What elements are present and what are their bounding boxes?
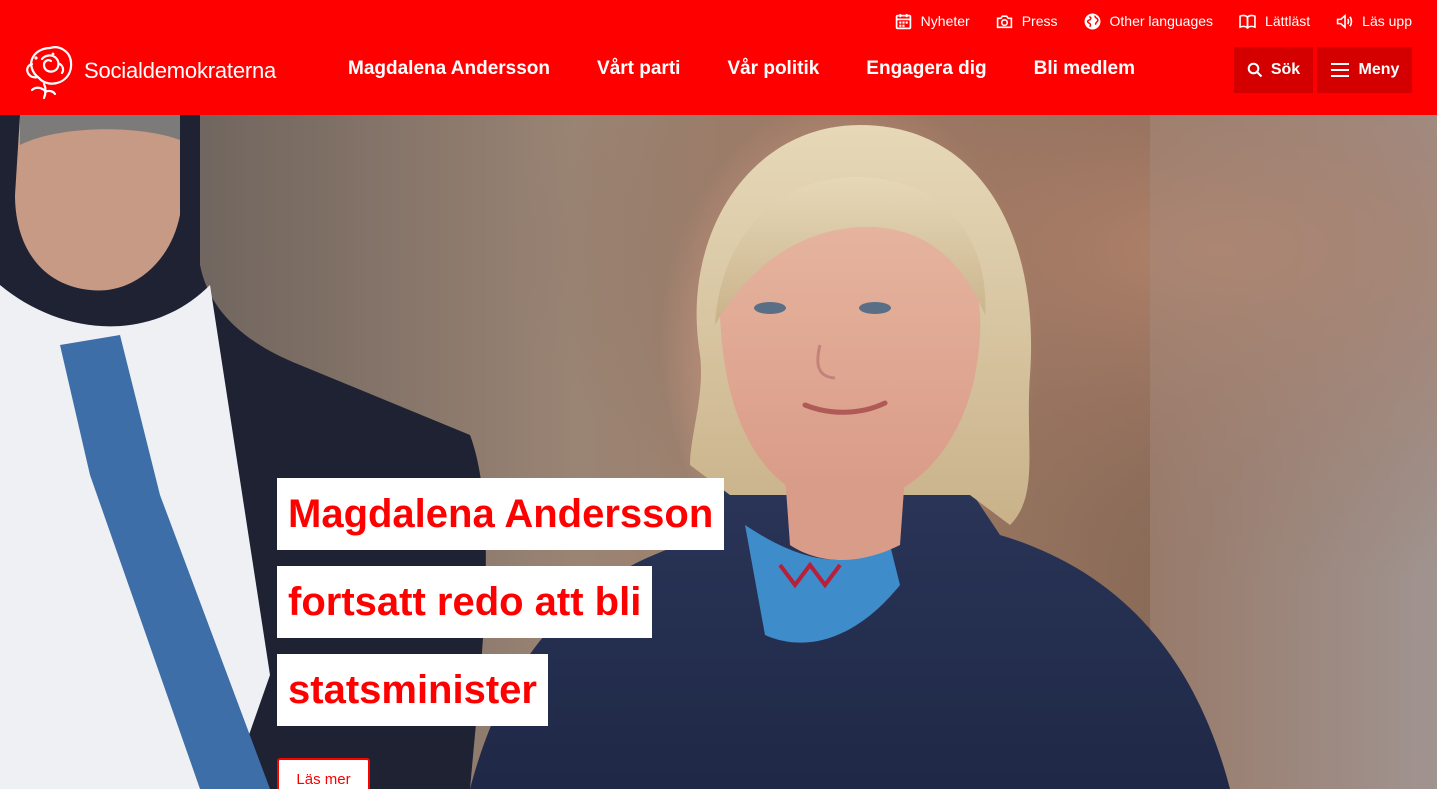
hamburger-icon <box>1330 62 1350 78</box>
read-more-button[interactable]: Läs mer <box>277 758 370 789</box>
camera-icon <box>996 13 1013 30</box>
hero-headline[interactable]: Magdalena Andersson fortsatt redo att bl… <box>277 478 725 742</box>
menu-button[interactable]: Meny <box>1317 47 1412 93</box>
search-button[interactable]: Sök <box>1234 47 1313 93</box>
press-link[interactable]: Press <box>996 13 1058 30</box>
hero-banner: Magdalena Andersson fortsatt redo att bl… <box>0 115 1437 789</box>
globe-icon <box>1084 13 1101 30</box>
speaker-icon <box>1336 13 1353 30</box>
nyheter-link[interactable]: Nyheter <box>895 13 970 30</box>
search-icon <box>1247 62 1263 78</box>
site-logo[interactable]: Socialdemokraterna <box>22 42 276 100</box>
other-languages-label: Other languages <box>1109 13 1214 29</box>
las-upp-link[interactable]: Läs upp <box>1336 13 1412 30</box>
headline-line-2: fortsatt redo att bli <box>277 566 653 638</box>
las-upp-label: Läs upp <box>1362 13 1412 29</box>
site-header: Nyheter Press Other languages Lättläst L… <box>0 0 1437 115</box>
nav-item-magdalena-andersson[interactable]: Magdalena Andersson <box>348 58 550 80</box>
menu-label: Meny <box>1358 61 1400 78</box>
search-label: Sök <box>1270 61 1301 78</box>
press-label: Press <box>1021 13 1058 29</box>
nav-item-vart-parti[interactable]: Vårt parti <box>597 58 680 80</box>
rose-logo-icon <box>22 42 78 100</box>
headline-line-3: statsminister <box>277 654 548 726</box>
calendar-icon <box>895 13 912 30</box>
book-icon <box>1239 13 1256 30</box>
main-navigation: Magdalena Andersson Vårt parti Vår polit… <box>348 58 1135 80</box>
lattlast-link[interactable]: Lättläst <box>1239 13 1310 30</box>
headline-line-1: Magdalena Andersson <box>277 478 725 550</box>
utility-bar: Nyheter Press Other languages Lättläst L… <box>895 10 1412 32</box>
nav-item-engagera-dig[interactable]: Engagera dig <box>866 58 986 80</box>
nyheter-label: Nyheter <box>920 13 970 29</box>
nav-item-bli-medlem[interactable]: Bli medlem <box>1034 58 1135 80</box>
lattlast-label: Lättläst <box>1265 13 1311 29</box>
other-languages-link[interactable]: Other languages <box>1084 13 1214 30</box>
logo-text: Socialdemokraterna <box>84 58 277 83</box>
nav-item-var-politik[interactable]: Vår politik <box>727 58 819 80</box>
